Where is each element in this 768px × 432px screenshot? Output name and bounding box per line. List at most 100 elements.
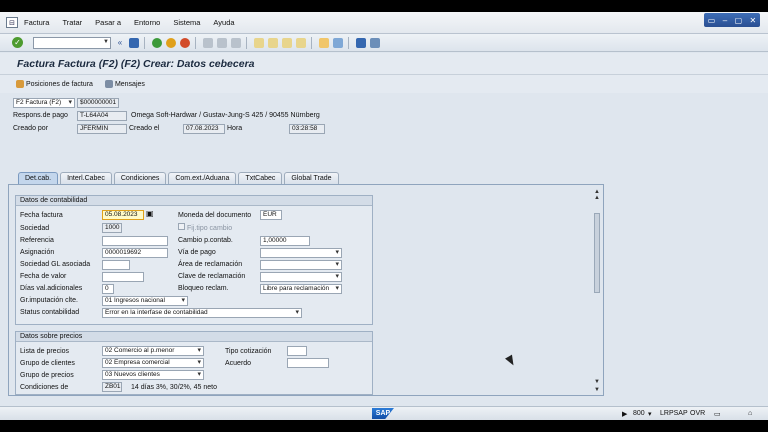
toolbar-separator [246, 36, 247, 49]
exchange-field[interactable]: 1,00000 [260, 236, 310, 246]
server-name: LRPSAP [660, 410, 688, 417]
application-toolbar: Posiciones de factura Mensajes [0, 75, 768, 93]
extra-days-field[interactable]: 0 [102, 284, 114, 294]
people-icon [16, 80, 24, 88]
conditions-field: ZB01 [102, 382, 122, 392]
company-field: 1000 [102, 223, 122, 233]
menu-entorno[interactable]: Entorno [134, 18, 160, 27]
menu-tratar[interactable]: Tratar [62, 18, 82, 27]
doc-number-field: $000000001 [77, 98, 119, 108]
scroll-down-icon[interactable]: ▼ [593, 379, 601, 385]
price-list-select[interactable]: 02 Comercio al p.menor [102, 346, 204, 356]
lock-icon[interactable]: ⌂ [748, 410, 752, 417]
messages-button[interactable]: Mensajes [104, 80, 145, 88]
payment-way-select[interactable] [260, 248, 342, 258]
value-date-field[interactable] [102, 272, 144, 282]
first-page-icon[interactable] [254, 37, 264, 48]
scroll-up-icon[interactable]: ▲ [593, 195, 601, 201]
scroll-bottom-icon[interactable]: ▼ [593, 387, 601, 393]
help-icon[interactable] [356, 37, 366, 48]
tab-global-trade[interactable]: Global Trade [284, 172, 339, 184]
customer-group-select[interactable]: 02 Empresa comercial [102, 358, 204, 368]
status-play-icon[interactable]: ▶ [622, 410, 627, 418]
reference-field[interactable] [102, 236, 168, 246]
assignment-label: Asignación [20, 249, 55, 256]
find-icon[interactable] [217, 37, 227, 48]
back-icon[interactable] [152, 37, 162, 48]
price-group-select[interactable]: 03 Nuevos clientes [102, 370, 204, 380]
payer-field: T-L64A04 [77, 111, 127, 121]
shortcut-icon[interactable] [333, 37, 343, 48]
invoice-date-field[interactable]: 05.08.2023 [102, 210, 144, 220]
created-on-label: Creado el [129, 125, 160, 132]
customize-layout-icon[interactable] [370, 37, 380, 48]
previous-page-icon[interactable] [268, 37, 278, 48]
imput-group-label: Gr.imputación clte. [20, 297, 78, 304]
assignment-field[interactable]: 0000019692 [102, 248, 168, 258]
conditions-text: 14 días 3%, 30/2%, 45 neto [131, 384, 218, 391]
save-icon[interactable] [129, 37, 139, 48]
cancel-icon[interactable] [180, 37, 190, 48]
menu-sistema[interactable]: Sistema [173, 18, 200, 27]
messages-icon [104, 80, 113, 88]
chevron-down-icon[interactable]: ▼ [103, 39, 109, 45]
payer-label: Respons.de pago [13, 112, 68, 119]
document-header: F2 Factura (F2) $000000001 Respons.de pa… [0, 94, 768, 166]
currency-label: Moneda del documento [178, 212, 252, 219]
status-info-icon[interactable]: ▭ [714, 410, 721, 418]
claim-block-select[interactable]: Libre para reclamación [260, 284, 342, 294]
collapse-icon[interactable]: « [115, 38, 125, 48]
agreement-label: Acuerdo [225, 360, 252, 367]
menu-ayuda[interactable]: Ayuda [213, 18, 234, 27]
claim-area-label: Área de reclamación [178, 261, 243, 268]
title-bar: Factura Factura (F2) (F2) Crear: Datos c… [0, 53, 768, 75]
status-label: Status contabilidad [20, 309, 80, 316]
window-controls: ▭ – ▢ ✕ [704, 13, 760, 27]
currency-field[interactable]: EUR [260, 210, 282, 220]
menu-pasar-a[interactable]: Pasar a [95, 18, 121, 27]
exchange-label: Cambio p.contab. [178, 237, 233, 244]
tab-det-cab[interactable]: Det.cab. [18, 172, 59, 184]
tab-txtcabec[interactable]: TxtCabec [238, 172, 283, 184]
reference-label: Referencia [20, 237, 54, 244]
menu-factura[interactable]: Factura [24, 18, 49, 27]
layout-icon[interactable]: ▭ [708, 16, 716, 25]
new-session-icon[interactable] [319, 37, 329, 48]
command-field[interactable]: ▼ [33, 36, 111, 49]
time-label: Hora [227, 125, 243, 132]
vertical-scrollbar[interactable]: ▲ ▲ ▼ ▼ [593, 189, 601, 393]
last-page-icon[interactable] [296, 37, 306, 48]
maximize-icon[interactable]: ▢ [735, 16, 743, 25]
group-title: Datos de contabilidad [16, 196, 372, 206]
client-number: 800 [633, 410, 645, 417]
minimize-icon[interactable]: – [723, 16, 727, 25]
positions-button[interactable]: Posiciones de factura [16, 80, 93, 88]
status-bar: SAP ▶ 800 ▾ LRPSAP OVR ▭ ⌂ [0, 406, 768, 420]
agreement-field[interactable] [287, 358, 329, 368]
tab-interl-cabec[interactable]: Interl.Cabec [60, 172, 112, 184]
calendar-icon[interactable]: ▣ [146, 209, 154, 218]
created-by-label: Creado por [13, 125, 49, 132]
chevron-down-icon[interactable]: ▾ [648, 410, 652, 418]
invoice-date-label: Fecha factura [20, 212, 63, 219]
claim-key-select[interactable] [260, 272, 342, 282]
gl-company-field[interactable] [102, 260, 130, 270]
status-select[interactable]: Error en la interfase de contabilidad [102, 308, 302, 318]
fixed-rate-checkbox[interactable] [178, 223, 185, 230]
doc-type-select[interactable]: F2 Factura (F2) [13, 98, 75, 108]
app-menu-icon[interactable]: ⊟ [6, 17, 18, 28]
claim-area-select[interactable] [260, 260, 342, 270]
imput-group-select[interactable]: 01 Ingresos nacional [102, 296, 188, 306]
tab-condiciones[interactable]: Condiciones [113, 172, 167, 184]
tab-com-ext-aduana[interactable]: Com.ext./Aduana [168, 172, 237, 184]
time-field: 03:28:58 [289, 124, 325, 134]
quote-type-field[interactable] [287, 346, 307, 356]
close-icon[interactable]: ✕ [750, 16, 757, 25]
print-icon[interactable] [203, 37, 213, 48]
next-page-icon[interactable] [282, 37, 292, 48]
standard-toolbar: ✓ ▼ « [0, 34, 768, 52]
scroll-thumb[interactable] [594, 213, 600, 293]
find-next-icon[interactable] [231, 37, 241, 48]
exit-icon[interactable] [166, 37, 176, 48]
enter-icon[interactable]: ✓ [12, 37, 23, 48]
